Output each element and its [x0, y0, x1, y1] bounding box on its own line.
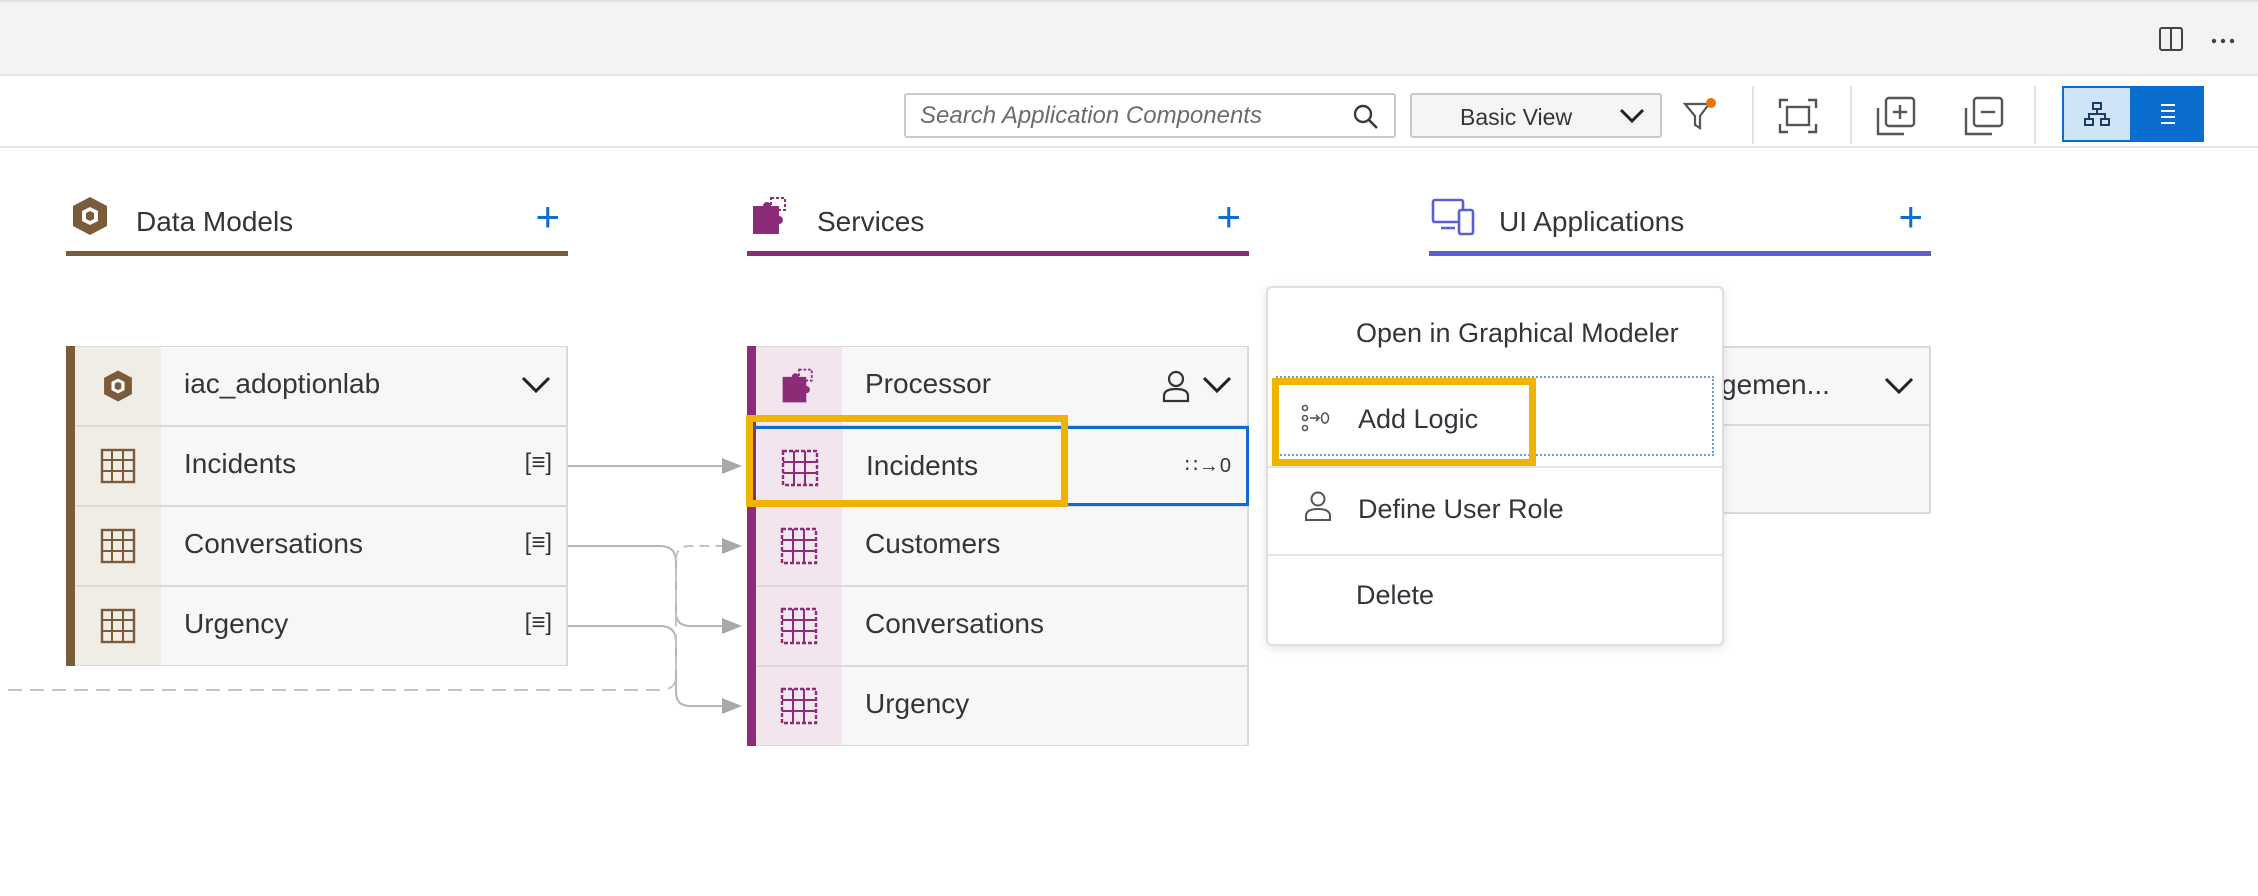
- collapse-all-button[interactable]: [1958, 90, 2010, 142]
- entity-name: Customers: [865, 528, 1001, 559]
- service-puzzle-icon: [756, 347, 842, 425]
- projection-table-icon: [756, 667, 842, 745]
- chevron-down-icon[interactable]: [520, 371, 552, 399]
- service-entity-row[interactable]: Conversations: [747, 586, 1249, 666]
- entity-name: Conversations: [184, 528, 363, 559]
- chevron-down-icon[interactable]: [1883, 372, 1915, 400]
- filter-button[interactable]: [1674, 90, 1726, 142]
- table-icon: [75, 427, 161, 505]
- toolbar-separator: [2034, 86, 2036, 144]
- services-header: Services +: [747, 190, 1249, 256]
- search-box[interactable]: [904, 93, 1396, 138]
- person-icon[interactable]: [1161, 369, 1191, 403]
- service-entity-row[interactable]: Customers: [747, 506, 1249, 586]
- diagram-view-toggle[interactable]: [2062, 86, 2132, 142]
- table-icon: [75, 507, 161, 585]
- entity-name: Urgency: [184, 608, 289, 639]
- column-title: UI Applications: [1499, 206, 1685, 237]
- column-underline: [1429, 251, 1931, 256]
- entity-name: Urgency: [865, 688, 970, 719]
- service-entity-row[interactable]: Urgency: [747, 666, 1249, 746]
- entity-row[interactable]: Conversations [≡]: [66, 506, 568, 586]
- search-icon[interactable]: [1352, 103, 1380, 131]
- column-underline: [66, 251, 568, 256]
- data-model-name: iac_adoptionlab: [184, 368, 381, 399]
- entity-list-badge: [≡]: [524, 449, 552, 476]
- menu-item-label: Define User Role: [1358, 494, 1564, 524]
- table-icon: [75, 587, 161, 665]
- service-puzzle-icon: [753, 197, 786, 234]
- expand-all-icon: [1876, 96, 1916, 136]
- data-models-header: Data Models +: [66, 190, 568, 256]
- data-model-node[interactable]: iac_adoptionlab: [66, 346, 568, 426]
- ui-devices-icon: [1431, 198, 1475, 236]
- toolbar-separator: [1850, 86, 1852, 144]
- menu-item-label: Open in Graphical Modeler: [1356, 318, 1679, 348]
- entity-list-badge: [≡]: [524, 609, 552, 636]
- chevron-down-icon[interactable]: [1201, 371, 1233, 399]
- data-model-icon: [73, 197, 107, 235]
- list-icon: [2161, 104, 2175, 124]
- person-icon: [1305, 491, 1331, 521]
- data-model-icon: [75, 347, 161, 425]
- toolbar-separator: [1752, 86, 1754, 144]
- editor-title-bar: [0, 0, 2258, 76]
- ui-applications-header: UI Applications +: [1429, 190, 1931, 256]
- menu-item-delete[interactable]: Delete: [1268, 556, 1722, 644]
- entity-name: Conversations: [865, 608, 1044, 639]
- menu-item-label: Delete: [1356, 580, 1435, 610]
- fit-screen-icon: [1778, 98, 1818, 134]
- add-logic-badge[interactable]: ∷→0: [1185, 453, 1232, 478]
- projection-table-icon: [756, 587, 842, 665]
- menu-item-open-graphical-modeler[interactable]: Open in Graphical Modeler: [1268, 288, 1722, 376]
- service-name: Processor: [865, 368, 992, 399]
- chevron-down-icon: [1619, 108, 1645, 124]
- split-editor-icon[interactable]: [2154, 22, 2188, 56]
- entity-row[interactable]: Urgency [≡]: [66, 586, 568, 666]
- fit-to-screen-button[interactable]: [1772, 90, 1824, 142]
- view-select[interactable]: Basic View: [1410, 93, 1662, 138]
- entity-name: Incidents: [184, 448, 297, 479]
- hierarchy-icon: [2084, 102, 2110, 126]
- tutorial-highlight: [1272, 378, 1536, 466]
- collapse-all-icon: [1964, 96, 2004, 136]
- entity-row[interactable]: Incidents [≡]: [66, 426, 568, 506]
- add-service-button[interactable]: +: [1216, 196, 1241, 238]
- add-data-model-button[interactable]: +: [535, 196, 560, 238]
- ui-application-name: gemen...: [1721, 369, 1830, 400]
- filter-icon: [1682, 98, 1716, 130]
- projection-table-icon: [756, 507, 842, 585]
- more-actions-icon[interactable]: [2206, 22, 2240, 56]
- column-title: Data Models: [136, 206, 294, 237]
- tutorial-highlight: [746, 415, 1068, 507]
- add-ui-application-button[interactable]: +: [1898, 196, 1923, 238]
- column-title: Services: [817, 206, 925, 237]
- expand-all-button[interactable]: [1870, 90, 1922, 142]
- entity-list-badge: [≡]: [524, 529, 552, 556]
- search-input[interactable]: [920, 101, 1340, 131]
- view-select-value: Basic View: [1460, 104, 1573, 130]
- toolbar-divider: [0, 146, 2258, 148]
- list-view-toggle[interactable]: [2130, 86, 2204, 142]
- column-underline: [747, 251, 1249, 256]
- service-node[interactable]: Processor: [747, 346, 1249, 426]
- context-menu: Open in Graphical Modeler Add Logic Defi…: [1266, 286, 1724, 646]
- menu-item-define-user-role[interactable]: Define User Role: [1268, 468, 1722, 556]
